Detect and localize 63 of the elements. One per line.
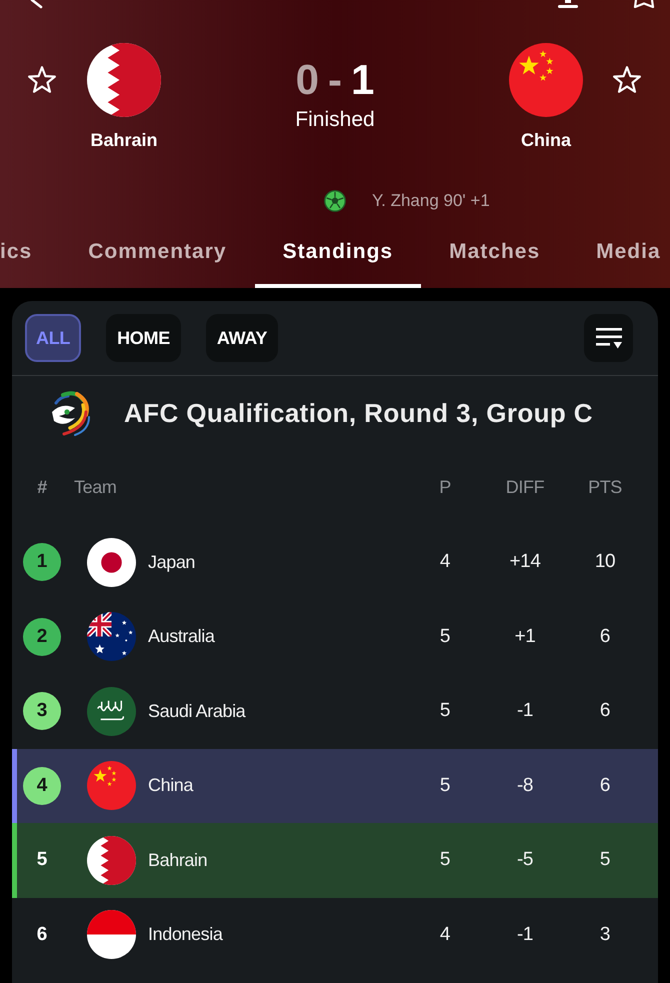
team-flag-icon (87, 686, 136, 736)
column-header: Team (73, 476, 116, 499)
team-name: Australia (148, 625, 214, 648)
home-score: 0 (296, 56, 319, 104)
soccer-ball-icon (324, 190, 346, 212)
played-count: 4 (440, 550, 450, 574)
tab[interactable]: Commentary (60, 230, 255, 288)
rank-number: 5 (36, 848, 48, 872)
played-count: 5 (440, 699, 450, 723)
team-name: China (520, 129, 571, 151)
away-score: 1 (351, 56, 374, 104)
team-name: China (148, 774, 194, 798)
points: 10 (594, 550, 616, 574)
goal-difference: +14 (509, 550, 541, 574)
team-flag-icon (87, 538, 136, 587)
back-icon[interactable] (30, 0, 43, 9)
match-status: Finished (295, 108, 375, 132)
tab[interactable]: Media (568, 230, 670, 288)
rank-badge: 1 (23, 543, 61, 582)
played-count: 4 (440, 922, 450, 946)
league-title: AFC Qualification, Round 3, Group C (124, 396, 593, 430)
team-flag-icon (87, 910, 136, 960)
goal-difference: +1 (514, 624, 536, 648)
tab[interactable]: Matches (421, 230, 568, 288)
column-header: # (37, 476, 47, 499)
rank-badge: 4 (23, 766, 61, 805)
points: 5 (600, 848, 610, 872)
played-count: 5 (440, 774, 450, 798)
tab[interactable]: Standings (254, 230, 422, 288)
column-header: P (439, 476, 451, 499)
team-flag-icon (87, 612, 136, 662)
played-count: 5 (440, 848, 450, 872)
team-flag-icon (87, 761, 136, 810)
team-name: Japan (148, 550, 196, 574)
sort-button[interactable] (584, 314, 633, 362)
favorite-star-icon[interactable] (612, 65, 642, 95)
column-header: PTS (588, 476, 622, 499)
played-count: 5 (440, 624, 450, 648)
team-name: Bahrain (90, 129, 158, 151)
points: 6 (600, 624, 610, 648)
rank-badge: 3 (23, 692, 61, 730)
goal-scorer: Y. Zhang 90' +1 (372, 190, 490, 212)
goal-difference: -8 (516, 774, 534, 798)
favorite-star-icon[interactable] (27, 65, 57, 95)
tab[interactable]: ics (0, 230, 60, 288)
points: 6 (600, 774, 610, 798)
goal-difference: -1 (516, 922, 534, 946)
sort-icon (596, 327, 622, 349)
rank-number: 6 (36, 922, 48, 946)
filter-tab[interactable]: HOME (106, 314, 181, 362)
goal-difference: -5 (516, 848, 534, 872)
team-name: Bahrain (148, 848, 208, 872)
points: 3 (600, 922, 610, 946)
team-name: Indonesia (148, 923, 222, 946)
score-separator: - (328, 56, 342, 104)
rank-badge: 2 (23, 618, 61, 656)
tv-icon[interactable] (558, 0, 578, 9)
column-header: DIFF (506, 476, 544, 499)
team-flag-icon (87, 836, 136, 885)
team-name: Saudi Arabia (148, 700, 246, 723)
goal-difference: -1 (516, 699, 534, 723)
points: 6 (600, 699, 610, 723)
filter-tab[interactable]: AWAY (206, 314, 278, 362)
